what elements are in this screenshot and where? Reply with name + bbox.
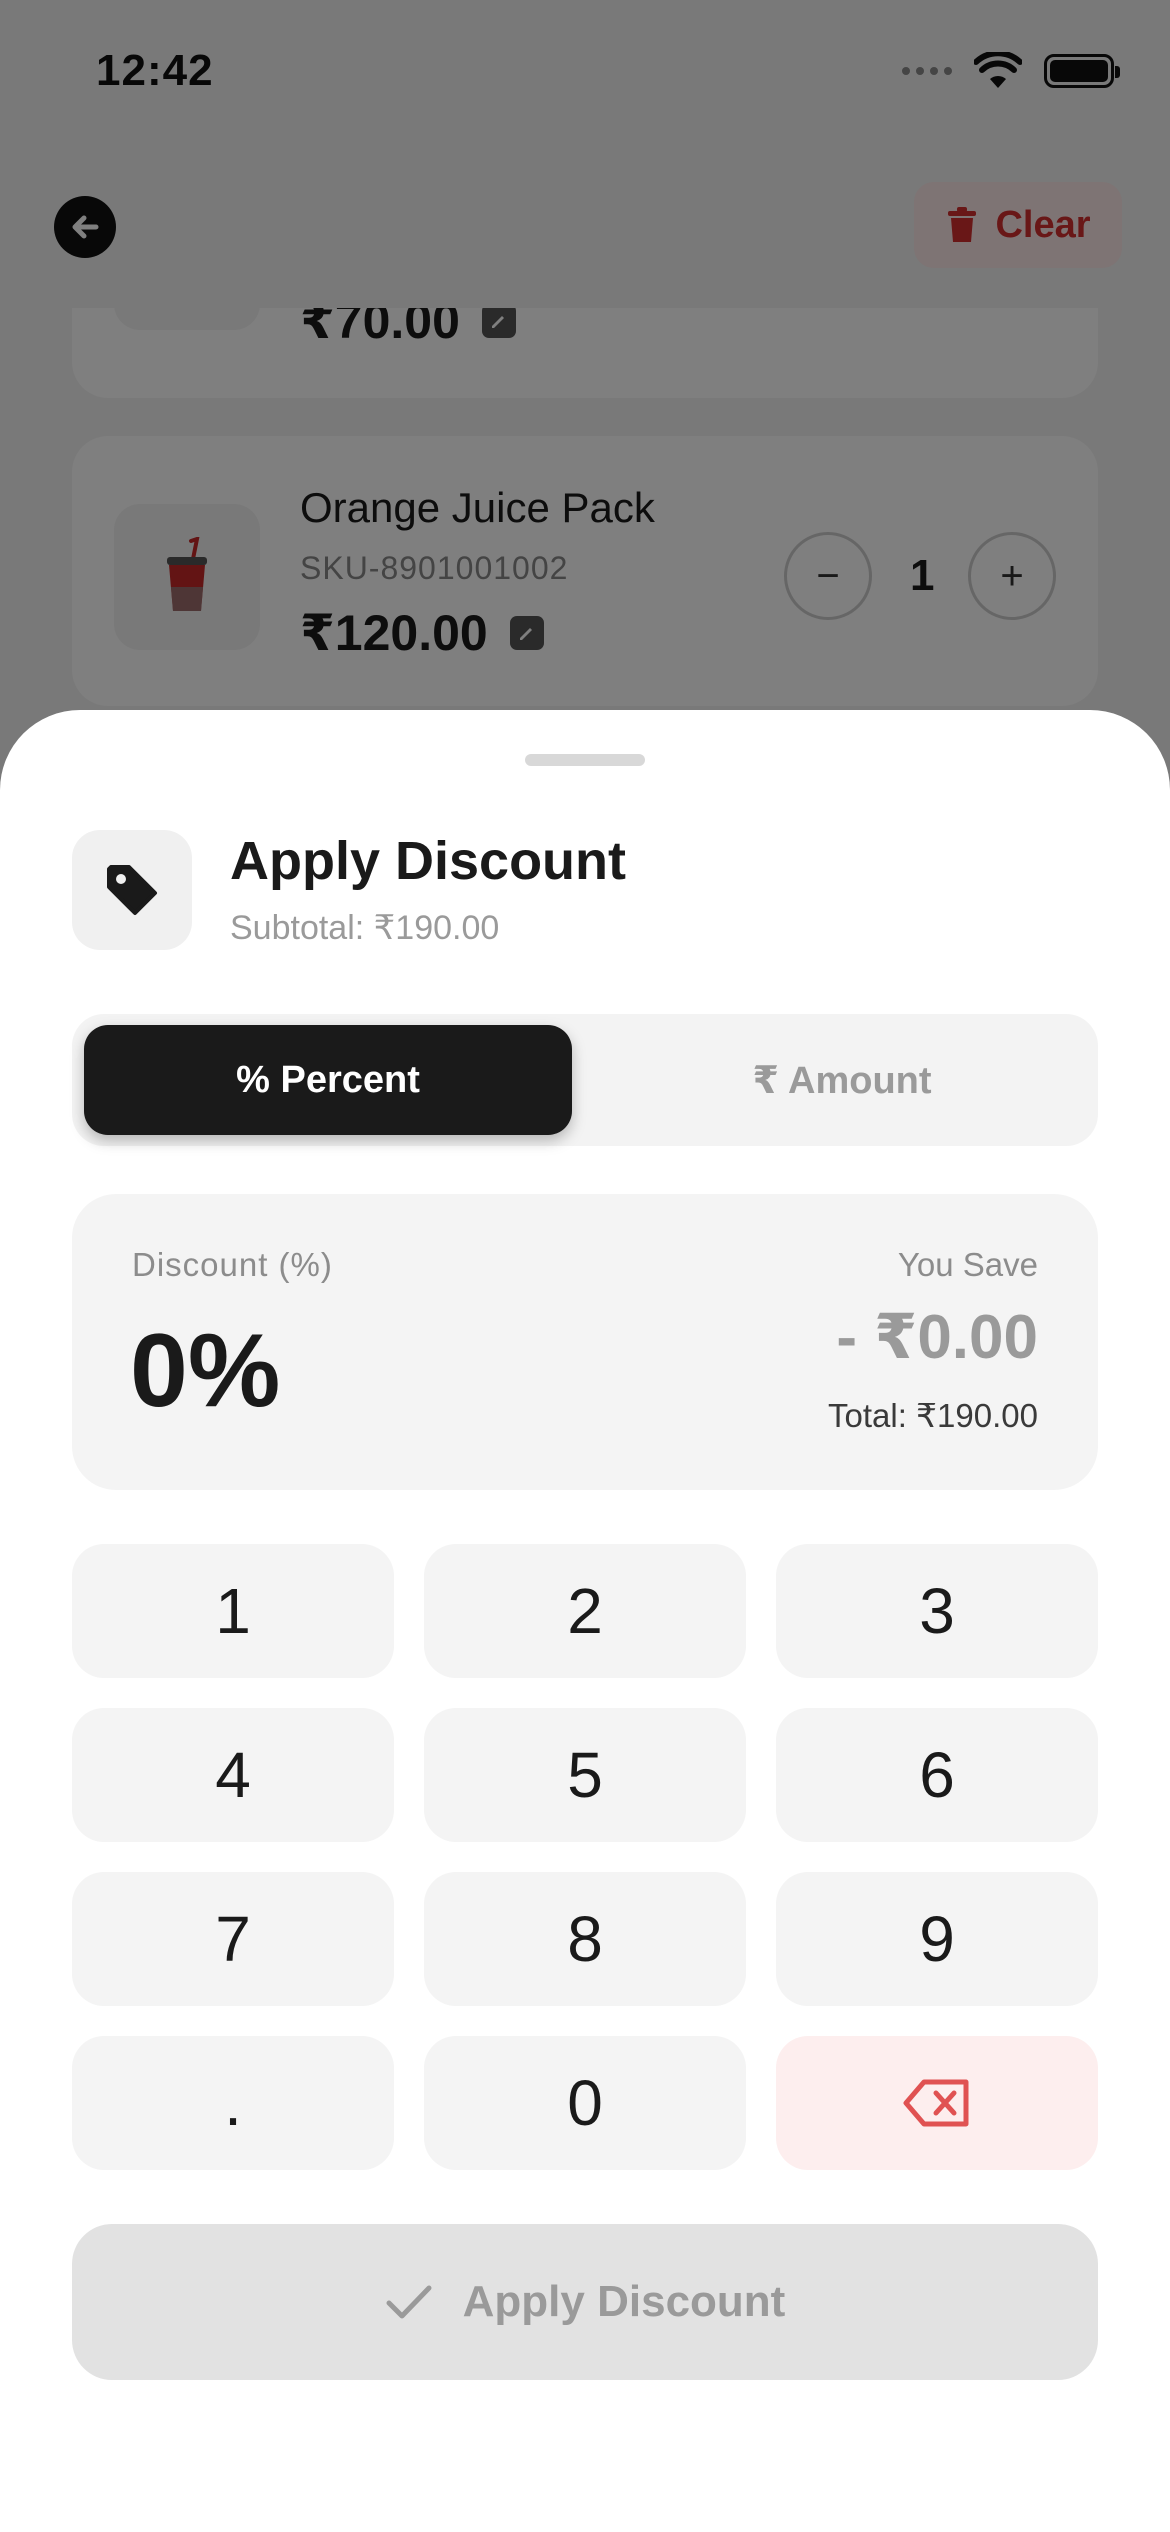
subtotal-text: Subtotal: ₹190.00 xyxy=(230,909,500,947)
check-icon xyxy=(386,2285,432,2319)
key-1[interactable]: 1 xyxy=(72,1544,394,1678)
you-save-label: You Save xyxy=(897,1246,1038,1283)
key-0[interactable]: 0 xyxy=(424,2036,746,2170)
discount-display: Discount (%) 0% You Save - ₹0.00 Total: … xyxy=(72,1194,1098,1490)
numeric-keypad: 1 2 3 4 5 6 7 8 9 . 0 xyxy=(72,1544,1098,2170)
key-decimal[interactable]: . xyxy=(72,2036,394,2170)
key-8[interactable]: 8 xyxy=(424,1872,746,2006)
backspace-key[interactable] xyxy=(776,2036,1098,2170)
sheet-title: Apply Discount xyxy=(230,831,627,891)
discount-sheet: Apply Discount Subtotal: ₹190.00 % Perce… xyxy=(0,710,1170,2532)
tag-icon xyxy=(72,830,192,950)
key-9[interactable]: 9 xyxy=(776,1872,1098,2006)
total-value: Total: ₹190.00 xyxy=(828,1397,1038,1434)
key-7[interactable]: 7 xyxy=(72,1872,394,2006)
key-3[interactable]: 3 xyxy=(776,1544,1098,1678)
apply-discount-button[interactable]: Apply Discount xyxy=(72,2224,1098,2380)
discount-mode-toggle: % Percent ₹ Amount xyxy=(72,1014,1098,1146)
discount-label: Discount (%) xyxy=(132,1246,333,1283)
key-2[interactable]: 2 xyxy=(424,1544,746,1678)
key-4[interactable]: 4 xyxy=(72,1708,394,1842)
discount-value: 0% xyxy=(130,1313,281,1429)
apply-discount-label: Apply Discount xyxy=(462,2277,786,2326)
tab-percent[interactable]: % Percent xyxy=(84,1025,572,1135)
key-6[interactable]: 6 xyxy=(776,1708,1098,1842)
you-save-value: - ₹0.00 xyxy=(836,1303,1038,1372)
sheet-drag-handle[interactable] xyxy=(525,754,645,766)
key-5[interactable]: 5 xyxy=(424,1708,746,1842)
tab-amount[interactable]: ₹ Amount xyxy=(598,1025,1086,1135)
backspace-icon xyxy=(903,2079,969,2127)
